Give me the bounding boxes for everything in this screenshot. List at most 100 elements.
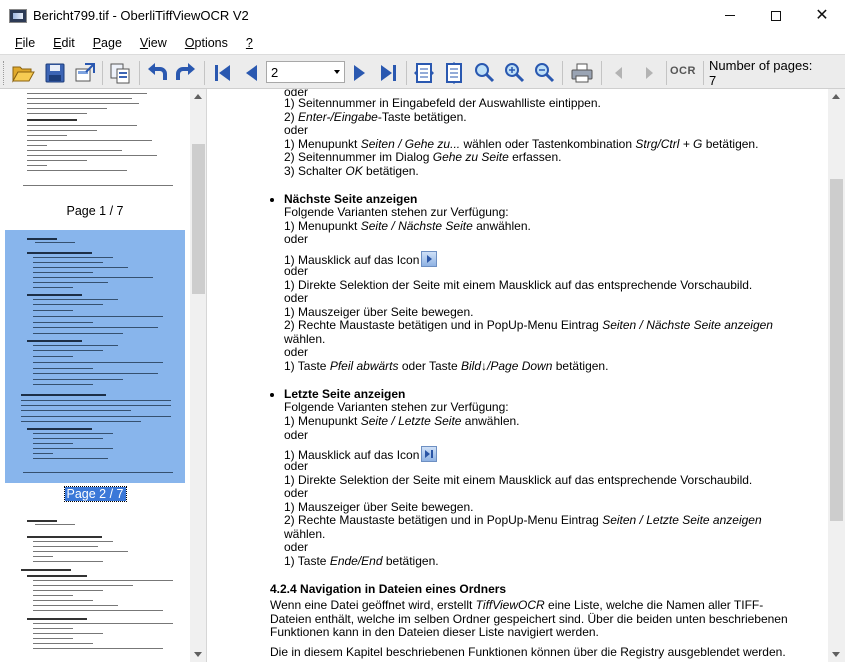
page-select[interactable]: 2 [266,61,345,83]
history-back-button[interactable] [606,60,632,86]
next-page-icon [421,251,438,267]
menu-help[interactable]: ? [237,36,262,50]
zoom-out-button[interactable] [531,60,557,86]
chevron-down-icon [334,70,340,74]
document-line: 1) Menupunkt Seite / Nächste Seite anwäh… [284,219,531,233]
minimize-icon [725,15,735,16]
previous-page-icon [246,65,257,81]
print-button[interactable] [569,60,595,86]
document-line: oder [284,540,309,554]
first-page-button[interactable] [209,60,235,86]
minimize-button[interactable] [707,0,753,31]
document-line: 1) Taste Ende/End betätigen. [284,554,439,568]
ocr-button[interactable]: OCR [670,65,696,77]
zoom-in-icon [505,63,525,83]
document-view[interactable]: oder 1) Seitennummer in Eingabefeld der A… [208,89,845,662]
document-line: 1) Taste Pfeil abwärts oder Taste Bild↓/… [284,359,609,373]
menu-view[interactable]: View [131,36,176,50]
document-line: 2) Rechte Maustaste betätigen und in Pop… [284,513,762,527]
open-icon [12,66,35,83]
copy-icon [110,63,130,84]
app-icon [9,8,27,23]
document-line: oder [284,232,309,246]
fit-width-button[interactable] [441,60,467,86]
document-line: Folgende Varianten stehen zur Verfügung: [284,400,509,414]
last-page-icon [381,65,396,81]
document-line: oder [284,123,309,137]
document-line: Wenn eine Datei geöffnet wird, erstellt … [270,598,764,612]
history-forward-button[interactable] [636,60,662,86]
menu-page[interactable]: Page [84,36,131,50]
menu-edit[interactable]: Edit [44,36,84,50]
zoom-out-icon [535,63,555,83]
open-button[interactable] [10,60,36,86]
thumbnail-panel[interactable]: Page 1 / 7 Page 2 / 7 [0,89,207,662]
toolbar-grip[interactable] [3,61,5,85]
print-icon [571,63,593,83]
close-icon: ✕ [815,6,829,24]
menu-file[interactable]: File [6,36,44,50]
window-controls: ✕ [707,0,845,31]
last-page-button[interactable] [376,60,402,86]
scroll-up-icon[interactable] [832,94,840,99]
thumbnail-scrollbar[interactable] [190,89,206,662]
document-line: oder [284,459,309,473]
document-line: oder [284,345,309,359]
document-line: Folgende Varianten stehen zur Verfügung: [284,205,509,219]
fit-width-icon [446,62,462,84]
document-line: oder [284,486,309,500]
title-bar: Bericht799.tif - OberliTiffViewOCR V2 ✕ [0,0,845,31]
rotate-right-icon [176,63,195,80]
document-line: 1) Seitennummer in Eingabefeld der Auswa… [284,96,601,110]
next-page-button[interactable] [346,60,372,86]
document-line: oder [284,291,309,305]
scroll-up-icon[interactable] [194,94,202,99]
bullet [270,393,274,397]
document-line: 2) Seitennummer im Dialog Gehe zu Seite … [284,150,562,164]
menu-bar: File Edit Page View Options ? [0,31,845,54]
document-line: 4.2.4 Navigation in Dateien eines Ordner… [270,582,507,596]
close-button[interactable]: ✕ [799,0,845,31]
menu-options[interactable]: Options [176,36,237,50]
document-line: 3) Schalter OK betätigen. [284,164,419,178]
maximize-button[interactable] [753,0,799,31]
document-scrollbar[interactable] [828,89,845,662]
document-line: oder [284,264,309,278]
thumbnail-page-3[interactable] [5,514,185,662]
previous-page-button[interactable] [239,60,265,86]
next-page-icon [354,65,365,81]
rotate-left-button[interactable] [144,60,170,86]
rotate-right-button[interactable] [173,60,199,86]
document-line: 1) Menupunkt Seite / Letzte Seite anwähl… [284,414,520,428]
last-page-icon [421,446,438,462]
maximize-icon [771,10,781,21]
bullet [270,198,274,202]
document-line: Die in diesem Kapitel beschriebenen Funk… [270,645,786,659]
scrollbar-thumb[interactable] [830,179,843,521]
thumbnail-label-1[interactable]: Page 1 / 7 [0,204,190,218]
thumbnail-label-2[interactable]: Page 2 / 7 [0,486,190,502]
document-line: Funktionen kann in den Dateien dieser Li… [270,625,599,639]
copy-button[interactable] [107,60,133,86]
fit-page-button[interactable] [411,60,437,86]
thumbnail-page-1[interactable] [5,89,185,200]
scrollbar-thumb[interactable] [192,144,205,294]
save-button[interactable] [42,60,68,86]
zoom-icon [475,63,495,83]
thumbnail-page-2[interactable] [5,230,185,483]
window-title: Bericht799.tif - OberliTiffViewOCR V2 [33,8,249,23]
export-button[interactable] [72,60,98,86]
export-icon [75,63,95,82]
rotate-left-icon [148,63,167,80]
zoom-in-button[interactable] [501,60,527,86]
document-line: oder [284,428,309,442]
scroll-down-icon[interactable] [194,652,202,657]
document-line: 2) Rechte Maustaste betätigen und in Pop… [284,318,773,332]
document-line: 1) Direkte Selektion der Seite mit einem… [284,473,753,487]
page-select-value: 2 [271,64,279,80]
history-forward-icon [646,67,653,79]
page-count-label: Number of pages: 7 [703,58,818,88]
zoom-button[interactable] [471,60,497,86]
scroll-down-icon[interactable] [832,652,840,657]
first-page-icon [215,65,230,81]
